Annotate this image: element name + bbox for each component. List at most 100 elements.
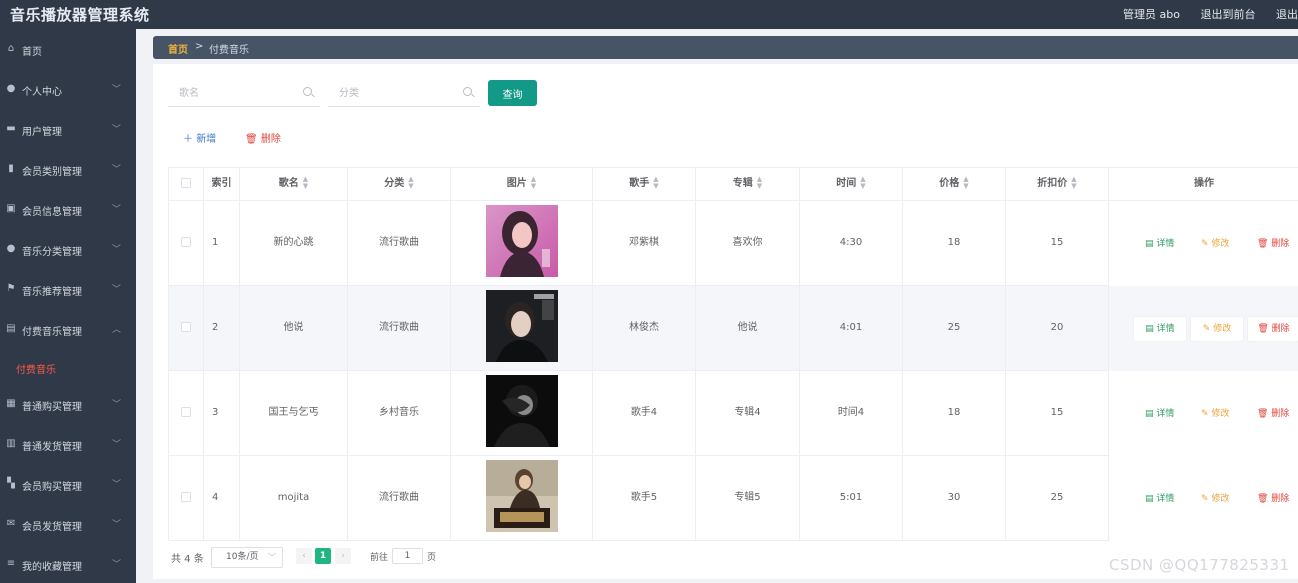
query-button[interactable]: 查询 xyxy=(488,80,537,106)
sidebar-item-home[interactable]: ⌂ 首页 xyxy=(0,29,136,69)
column-header-time[interactable]: 时间 ▲ ▼ xyxy=(800,168,903,201)
column-header-album[interactable]: 专辑 ▲ ▼ xyxy=(696,168,800,201)
price-cell: 25 xyxy=(903,286,1006,371)
edit-button[interactable]: ✎ 修改 xyxy=(1201,232,1229,256)
song-cover-image[interactable] xyxy=(486,205,558,277)
add-label: 新增 xyxy=(196,134,217,145)
detail-button[interactable]: ▤ 详情 xyxy=(1145,402,1174,426)
sidebar-subitem-paid-music[interactable]: 付费音乐 xyxy=(0,349,136,385)
detail-label: 详情 xyxy=(1156,494,1175,504)
category-input[interactable] xyxy=(328,81,458,105)
next-page-button[interactable]: › xyxy=(335,548,351,564)
column-header-price[interactable]: 价格 ▲ ▼ xyxy=(903,168,1006,201)
detail-label: 详情 xyxy=(1156,324,1175,334)
top-bar: 音乐播放器管理系统 管理员 abo 退出到前台 退出 xyxy=(0,0,1298,29)
current-page-number[interactable]: 1 xyxy=(315,548,331,564)
edit-button[interactable]: ✎ 修改 xyxy=(1201,402,1229,426)
song-cover-image[interactable] xyxy=(486,290,558,362)
actions-cell: ▤ 详情 ✎ 修改 🗑 删除 xyxy=(1109,456,1298,541)
user-icon: ● xyxy=(6,83,16,94)
sidebar-item-member-info[interactable]: ▣ 会员信息管理 ﹀ xyxy=(0,189,136,229)
detail-button[interactable]: ▤ 详情 xyxy=(1145,487,1174,511)
sort-icon: ▲ ▼ xyxy=(860,175,866,190)
sort-icon: ▲ ▼ xyxy=(653,175,659,190)
column-label: 歌手 xyxy=(629,178,650,189)
sidebar-item-normal-shipping[interactable]: ▥ 普通发货管理 ﹀ xyxy=(0,424,136,464)
app-title: 音乐播放器管理系统 xyxy=(10,6,150,24)
index-cell: 2 xyxy=(204,286,240,371)
price-cell: 30 xyxy=(903,456,1006,541)
edit-button[interactable]: ✎ 修改 xyxy=(1201,487,1229,511)
flag-icon: ⚑ xyxy=(6,283,16,294)
chevron-down-icon: ﹀ xyxy=(112,205,122,215)
column-header-discount[interactable]: 折扣价 ▲ ▼ xyxy=(1006,168,1109,201)
index-cell: 1 xyxy=(204,201,240,286)
song-cover-image[interactable] xyxy=(486,460,558,532)
delete-button[interactable]: 🗑 删除 xyxy=(1257,232,1289,256)
edit-label: 修改 xyxy=(1211,239,1230,249)
select-all-checkbox[interactable] xyxy=(181,178,191,188)
song-name-input[interactable] xyxy=(168,81,298,105)
sidebar-item-music-category[interactable]: ● 音乐分类管理 ﹀ xyxy=(0,229,136,269)
sidebar-item-favorites[interactable]: ≡ 我的收藏管理 ﹀ xyxy=(0,544,136,583)
sidebar-item-label: 个人中心 xyxy=(22,87,62,98)
row-checkbox[interactable] xyxy=(181,322,191,332)
sidebar-item-member-purchase[interactable]: ▚ 会员购买管理 ﹀ xyxy=(0,464,136,504)
chevron-left-icon: ‹ xyxy=(302,551,306,561)
detail-button[interactable]: ▤ 详情 xyxy=(1134,317,1186,341)
edit-button[interactable]: ✎ 修改 xyxy=(1191,317,1243,341)
singer-cell: 邓紫棋 xyxy=(593,201,696,286)
add-button[interactable]: ＋ 新增 xyxy=(183,130,216,145)
sidebar-item-label: 音乐推荐管理 xyxy=(22,287,82,298)
sidebar-item-label: 会员信息管理 xyxy=(22,207,82,218)
column-header-image[interactable]: 图片 ▲ ▼ xyxy=(451,168,593,201)
logout-link[interactable]: 退出 xyxy=(1276,8,1298,21)
row-checkbox[interactable] xyxy=(181,407,191,417)
prev-page-button[interactable]: ‹ xyxy=(296,548,312,564)
sidebar-item-label: 我的收藏管理 xyxy=(22,562,82,573)
breadcrumb-home[interactable]: 首页 xyxy=(168,41,188,56)
delete-button[interactable]: 🗑 删除 xyxy=(1248,317,1298,341)
sort-icon: ▲ ▼ xyxy=(756,175,763,190)
chevron-down-icon: ﹀ xyxy=(112,245,122,255)
sidebar-item-member-shipping[interactable]: ✉ 会员发货管理 ﹀ xyxy=(0,504,136,544)
name-cell: 他说 xyxy=(240,286,348,371)
column-header-category[interactable]: 分类 ▲ ▼ xyxy=(348,168,451,201)
singer-cell: 歌手4 xyxy=(593,371,696,456)
sidebar-item-normal-purchase[interactable]: ▦ 普通购买管理 ﹀ xyxy=(0,384,136,424)
column-label: 图片 xyxy=(506,178,527,189)
column-header-singer[interactable]: 歌手 ▲ ▼ xyxy=(593,168,696,201)
time-cell: 4:01 xyxy=(800,286,903,371)
sidebar-item-personal-center[interactable]: ● 个人中心 ﹀ xyxy=(0,69,136,109)
delete-label: 删除 xyxy=(1271,239,1290,249)
sidebar-item-label: 会员类别管理 xyxy=(22,167,82,178)
mail-icon: ✉ xyxy=(6,518,16,529)
sidebar-item-paid-music[interactable]: ▤ 付费音乐管理 ︿ xyxy=(0,309,136,349)
name-cell: 国王与乞丐 xyxy=(240,371,348,456)
edit-label: 修改 xyxy=(1211,494,1230,504)
delete-button[interactable]: 🗑 删除 xyxy=(1257,487,1289,511)
to-front-link[interactable]: 退出到前台 xyxy=(1201,8,1256,21)
sidebar-item-user-management[interactable]: ▬ 用户管理 ﹀ xyxy=(0,109,136,149)
sidebar-item-label: 普通发货管理 xyxy=(22,442,82,453)
row-checkbox[interactable] xyxy=(181,237,191,247)
plus-icon: ＋ xyxy=(183,134,197,145)
chevron-down-icon: ﹀ xyxy=(112,480,122,490)
column-header-name[interactable]: 歌名 ▲ ▼ xyxy=(240,168,348,201)
row-checkbox[interactable] xyxy=(181,492,191,502)
page-size-select[interactable]: 10条/页 ﹀ xyxy=(211,547,283,568)
detail-label: 详情 xyxy=(1156,239,1175,249)
delete-button[interactable]: 🗑 删除 xyxy=(1257,402,1289,426)
discount-cell: 20 xyxy=(1006,286,1109,371)
sidebar-item-member-type[interactable]: ▮ 会员类别管理 ﹀ xyxy=(0,149,136,189)
category-cell: 流行歌曲 xyxy=(348,286,451,371)
home-icon: ⌂ xyxy=(7,43,15,54)
song-cover-image[interactable] xyxy=(486,375,558,447)
cart-icon: ▦ xyxy=(6,398,16,409)
detail-button[interactable]: ▤ 详情 xyxy=(1145,232,1174,256)
image-cell xyxy=(451,371,593,456)
goto-page-input[interactable]: 1 xyxy=(392,548,423,564)
batch-delete-button[interactable]: 🗑 删除 xyxy=(245,130,281,145)
document-icon: ▤ xyxy=(1145,494,1157,504)
sidebar-item-music-recommend[interactable]: ⚑ 音乐推荐管理 ﹀ xyxy=(0,269,136,309)
